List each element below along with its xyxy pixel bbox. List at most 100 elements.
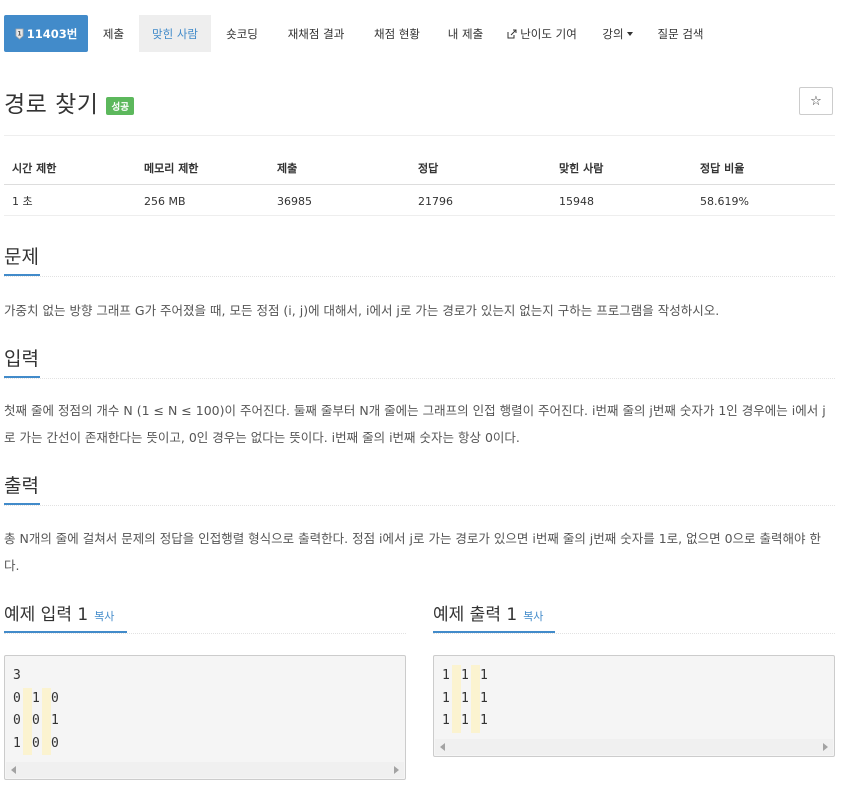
whitespace-marker: [470, 710, 480, 733]
sample-output-title: 예제 출력 1: [433, 605, 518, 625]
star-button[interactable]: ☆: [799, 87, 833, 115]
header-accepted: 정답: [418, 162, 439, 175]
whitespace-marker: [22, 710, 32, 733]
nav-rejudge-results[interactable]: 재채점 결과: [273, 15, 359, 52]
header-submissions: 제출: [277, 162, 298, 175]
header-memory-limit: 메모리 제한: [144, 162, 199, 175]
scroll-right-arrow-icon[interactable]: [823, 743, 828, 751]
sample-output-scrollbar[interactable]: [435, 739, 833, 755]
nav-my-submissions-label: 내 제출: [447, 26, 484, 41]
whitespace-marker: [22, 687, 32, 710]
sample-char: 0: [32, 735, 40, 751]
whitespace-marker: [41, 732, 51, 755]
svg-text:1: 1: [17, 30, 21, 37]
scroll-left-arrow-icon[interactable]: [11, 766, 16, 774]
sample-input-line: 3: [13, 665, 61, 688]
nav-short-coding[interactable]: 숏코딩: [211, 15, 273, 52]
scroll-left-arrow-icon[interactable]: [440, 743, 445, 751]
sample-char: 1: [442, 713, 450, 728]
sample-output-lines: 111 111 111: [442, 665, 490, 733]
nav-question-search-label: 질문 검색: [657, 26, 704, 41]
sample-char: 1: [32, 690, 40, 706]
whitespace-marker: [470, 665, 480, 688]
title-divider: [4, 135, 835, 136]
whitespace-marker: [451, 665, 461, 688]
sample-input-lines: 3 010 001 100: [13, 665, 61, 755]
value-memory-limit: 256 MB: [144, 194, 186, 208]
value-accept-ratio: 58.619%: [700, 194, 749, 208]
whitespace-marker: [451, 687, 461, 710]
problem-header: 경로 찾기 성공: [4, 86, 134, 118]
sample-input-line: 010: [13, 687, 61, 710]
info-table-row: 1 초 256 MB 36985 21796 15948 58.619%: [4, 185, 835, 217]
sample-input-title: 예제 입력 1: [4, 605, 89, 625]
description-heading-divider: [4, 276, 835, 277]
sample-char: 0: [13, 690, 21, 706]
sample-char: 1: [13, 735, 21, 751]
sample-char: 1: [461, 713, 469, 728]
nav-my-submissions[interactable]: 내 제출: [435, 15, 496, 52]
table-bottom-divider: [4, 215, 835, 216]
sample-input-scrollbar[interactable]: [6, 762, 404, 778]
description-heading: 문제: [4, 246, 39, 268]
header-accept-ratio: 정답 비율: [700, 162, 745, 175]
nav-rejudge-results-label: 재채점 결과: [287, 26, 345, 41]
whitespace-marker: [41, 687, 51, 710]
nav-lectures-dropdown[interactable]: 강의: [588, 15, 647, 52]
nav-solved-users[interactable]: 맞힌 사람: [139, 15, 211, 52]
header-solved-users: 맞힌 사람: [559, 162, 604, 175]
copy-sample-output-link[interactable]: 복사: [523, 610, 543, 623]
sample-input-line: 100: [13, 732, 61, 755]
sample-output-line: 111: [442, 687, 490, 710]
sample-output-heading: 예제 출력 1 복사: [433, 600, 543, 625]
value-time-limit: 1 초: [12, 195, 33, 208]
sample-output-line: 111: [442, 710, 490, 733]
info-table-header-row: 시간 제한 메모리 제한 제출 정답 맞힌 사람 정답 비율: [4, 152, 835, 185]
nav-lectures-label: 강의: [602, 26, 624, 41]
whitespace-marker: [41, 710, 51, 733]
nav-difficulty-contribution[interactable]: 난이도 기여: [496, 15, 588, 52]
nav-question-search[interactable]: 질문 검색: [647, 15, 714, 52]
scroll-right-arrow-icon[interactable]: [394, 766, 399, 774]
input-heading: 입력: [4, 348, 39, 370]
value-accepted: 21796: [418, 194, 453, 208]
whitespace-marker: [451, 710, 461, 733]
sample-output-box[interactable]: 111 111 111: [433, 655, 835, 757]
problem-nav: 1 11403번 제출 맞힌 사람 숏코딩 재채점 결과 채점 현황 내 제출 …: [4, 15, 714, 52]
sample-input-line: 001: [13, 710, 61, 733]
sample-char: 0: [51, 735, 59, 751]
sample-char: 1: [442, 690, 450, 706]
nav-short-coding-label: 숏코딩: [226, 26, 258, 41]
nav-problem-number[interactable]: 1 11403번: [4, 15, 88, 52]
sample-char: 1: [51, 713, 59, 728]
nav-submit[interactable]: 제출: [88, 15, 139, 52]
sample-char: 1: [480, 690, 488, 706]
description-text: 가중치 없는 방향 그래프 G가 주어졌을 때, 모든 정점 (i, j)에 대…: [4, 303, 720, 318]
sample-char: 1: [480, 713, 488, 728]
value-solved-users: 15948: [559, 194, 594, 208]
input-heading-divider: [4, 378, 835, 379]
sample-char: 1: [461, 668, 469, 683]
star-icon: ☆: [810, 93, 822, 109]
input-description-text: 첫째 줄에 정점의 개수 N (1 ≤ N ≤ 100)이 주어진다. 둘째 줄…: [4, 403, 826, 445]
status-badge: 성공: [106, 97, 134, 115]
header-time-limit: 시간 제한: [12, 162, 57, 175]
nav-problem-number-label: 11403번: [26, 26, 78, 41]
sample-char: 0: [32, 713, 40, 728]
sample-char: 1: [442, 668, 450, 683]
copy-sample-input-link[interactable]: 복사: [94, 610, 114, 623]
caret-down-icon: [626, 31, 633, 36]
output-heading-divider: [4, 505, 835, 506]
output-description-text: 총 N개의 줄에 걸쳐서 문제의 정답을 인접행렬 형식으로 출력한다. 정점 …: [4, 531, 821, 573]
problem-title: 경로 찾기: [4, 92, 99, 118]
sample-input-heading-divider: [4, 633, 406, 634]
value-submissions: 36985: [277, 194, 312, 208]
sample-input-heading: 예제 입력 1 복사: [4, 600, 114, 625]
external-link-icon: [507, 29, 517, 39]
sample-char: 1: [480, 668, 488, 683]
sample-input-box[interactable]: 3 010 001 100: [4, 655, 406, 780]
nav-judge-status[interactable]: 채점 현황: [359, 15, 435, 52]
sample-char: 1: [461, 690, 469, 706]
sample-char: 0: [51, 690, 59, 706]
output-heading: 출력: [4, 475, 39, 497]
